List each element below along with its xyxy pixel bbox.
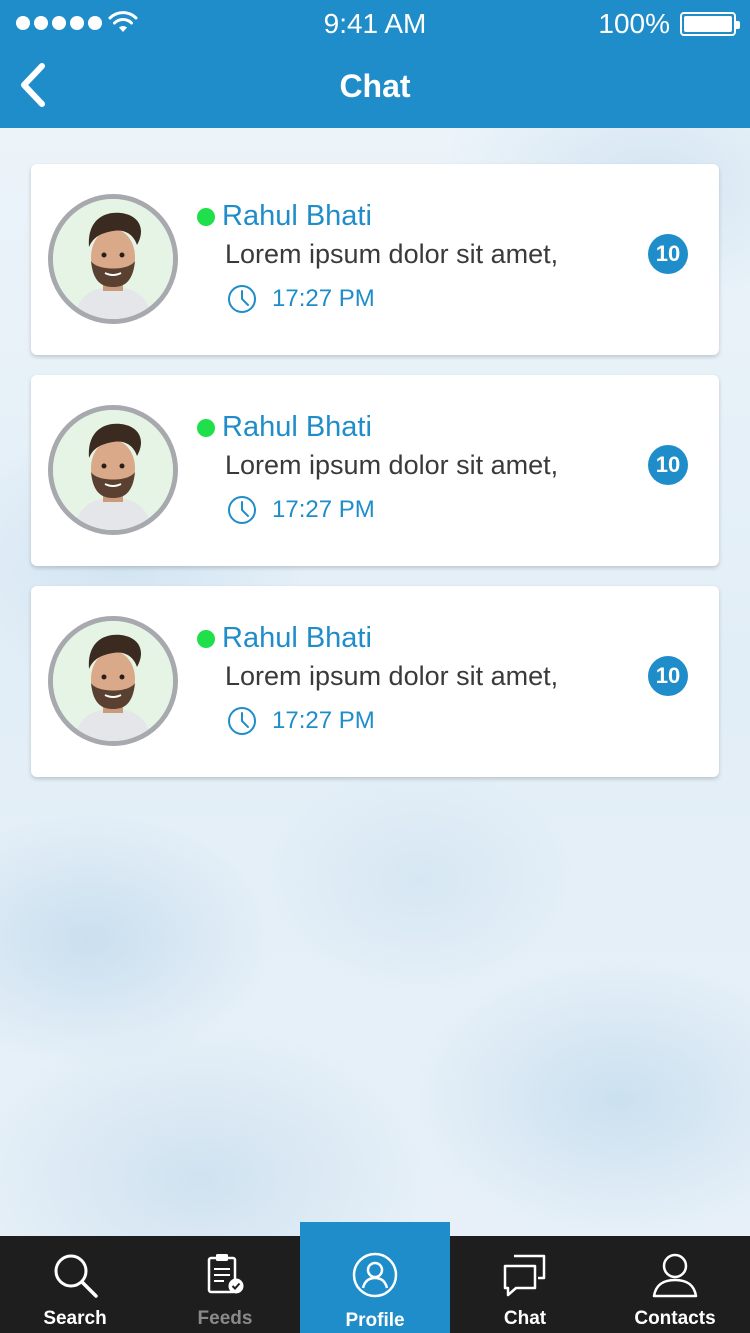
contact-name: Rahul Bhati (222, 200, 372, 232)
online-status-dot (197, 419, 215, 437)
unread-count-badge: 10 (648, 445, 688, 485)
bottom-tab-bar: Search Feeds Profile Chat Contacts (0, 1222, 750, 1333)
tab-chat[interactable]: Chat (450, 1236, 600, 1333)
tab-label: Profile (345, 1310, 405, 1331)
tab-label: Contacts (634, 1308, 716, 1329)
unread-count-badge: 10 (648, 656, 688, 696)
clock-icon (228, 285, 256, 313)
nav-bar: Chat (0, 48, 750, 128)
user-circle-icon (352, 1252, 398, 1298)
message-preview: Lorem ipsum dolor sit amet, (225, 450, 559, 480)
avatar (48, 405, 178, 535)
chat-bubbles-icon (503, 1254, 546, 1297)
tab-contacts[interactable]: Contacts (600, 1236, 750, 1333)
tab-label: Feeds (197, 1308, 253, 1329)
message-time: 17:27 PM (272, 707, 375, 734)
battery-percentage: 100% (598, 8, 670, 39)
clock-icon (228, 707, 256, 735)
search-icon (54, 1254, 98, 1298)
message-time: 17:27 PM (272, 496, 375, 523)
avatar (48, 194, 178, 324)
unread-count-badge: 10 (648, 234, 688, 274)
message-preview: Lorem ipsum dolor sit amet, (225, 661, 559, 691)
chat-list-item[interactable]: Rahul Bhati Lorem ipsum dolor sit amet, … (31, 586, 719, 777)
tab-search[interactable]: Search (0, 1236, 150, 1333)
user-icon (652, 1253, 698, 1298)
tab-label: Chat (503, 1308, 547, 1329)
chat-list: Rahul Bhati Lorem ipsum dolor sit amet, … (31, 164, 719, 797)
header-bar: 9:41 AM 100% Chat (0, 0, 750, 128)
clipboard-check-icon (207, 1254, 244, 1294)
contact-name: Rahul Bhati (222, 411, 372, 443)
clock-icon (228, 496, 256, 524)
message-time: 17:27 PM (272, 285, 375, 312)
contact-name: Rahul Bhati (222, 622, 372, 654)
message-preview: Lorem ipsum dolor sit amet, (225, 239, 559, 269)
chat-list-item[interactable]: Rahul Bhati Lorem ipsum dolor sit amet, … (31, 164, 719, 355)
page-title: Chat (339, 68, 411, 104)
online-status-dot (197, 208, 215, 226)
tab-label: Search (43, 1308, 107, 1329)
online-status-dot (197, 630, 215, 648)
status-bar: 9:41 AM 100% (0, 0, 750, 48)
tab-profile[interactable]: Profile (300, 1222, 450, 1333)
avatar (48, 616, 178, 746)
battery-icon (680, 12, 740, 36)
tab-feeds[interactable]: Feeds (150, 1236, 300, 1333)
chat-list-item[interactable]: Rahul Bhati Lorem ipsum dolor sit amet, … (31, 375, 719, 566)
